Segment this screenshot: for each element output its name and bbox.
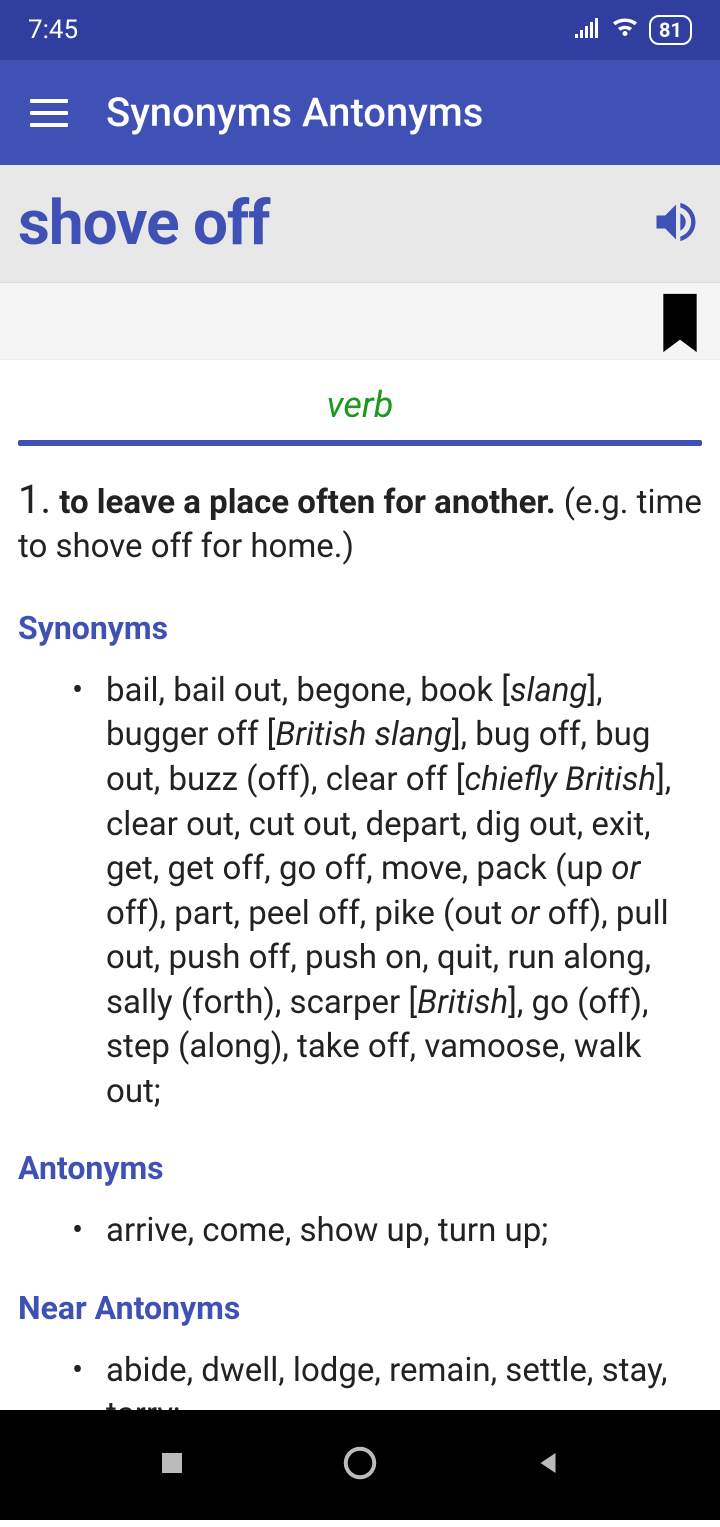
near-antonyms-label: Near Antonyms [18, 1289, 702, 1327]
definition-number: 1. [18, 476, 51, 523]
signal-icon [575, 15, 601, 45]
synonyms-list: bail, bail out, begone, book [slang], bu… [18, 669, 702, 1114]
bookmark-icon[interactable] [655, 293, 705, 357]
battery-indicator: 81 [649, 15, 692, 45]
antonyms-label: Antonyms [18, 1149, 702, 1187]
menu-icon[interactable] [20, 89, 78, 137]
definition-text: to leave a place often for another. [59, 483, 555, 522]
nav-home-icon[interactable] [341, 1444, 379, 1486]
app-bar: Synonyms Antonyms [0, 60, 720, 165]
speaker-icon[interactable] [650, 196, 702, 252]
nav-back-icon[interactable] [533, 1448, 563, 1482]
part-of-speech: verb [18, 372, 702, 440]
synonyms-label: Synonyms [18, 609, 702, 647]
status-time: 7:45 [28, 15, 78, 45]
word-bar: shove off [0, 165, 720, 283]
list-item: arrive, come, show up, turn up; [78, 1209, 702, 1254]
wifi-icon [611, 15, 639, 45]
divider [18, 440, 702, 446]
status-bar: 7:45 81 [0, 0, 720, 60]
app-title: Synonyms Antonyms [106, 89, 483, 136]
navigation-bar [0, 1410, 720, 1520]
definition: 1. to leave a place often for another. (… [18, 474, 702, 569]
bookmark-row [0, 283, 720, 360]
nav-recent-icon[interactable] [157, 1448, 187, 1482]
entry-word: shove off [18, 187, 269, 260]
list-item: bail, bail out, begone, book [slang], bu… [78, 669, 702, 1114]
content-area: verb 1. to leave a place often for anoth… [0, 360, 720, 1527]
status-right: 81 [575, 15, 692, 45]
antonyms-list: arrive, come, show up, turn up; [18, 1209, 702, 1254]
